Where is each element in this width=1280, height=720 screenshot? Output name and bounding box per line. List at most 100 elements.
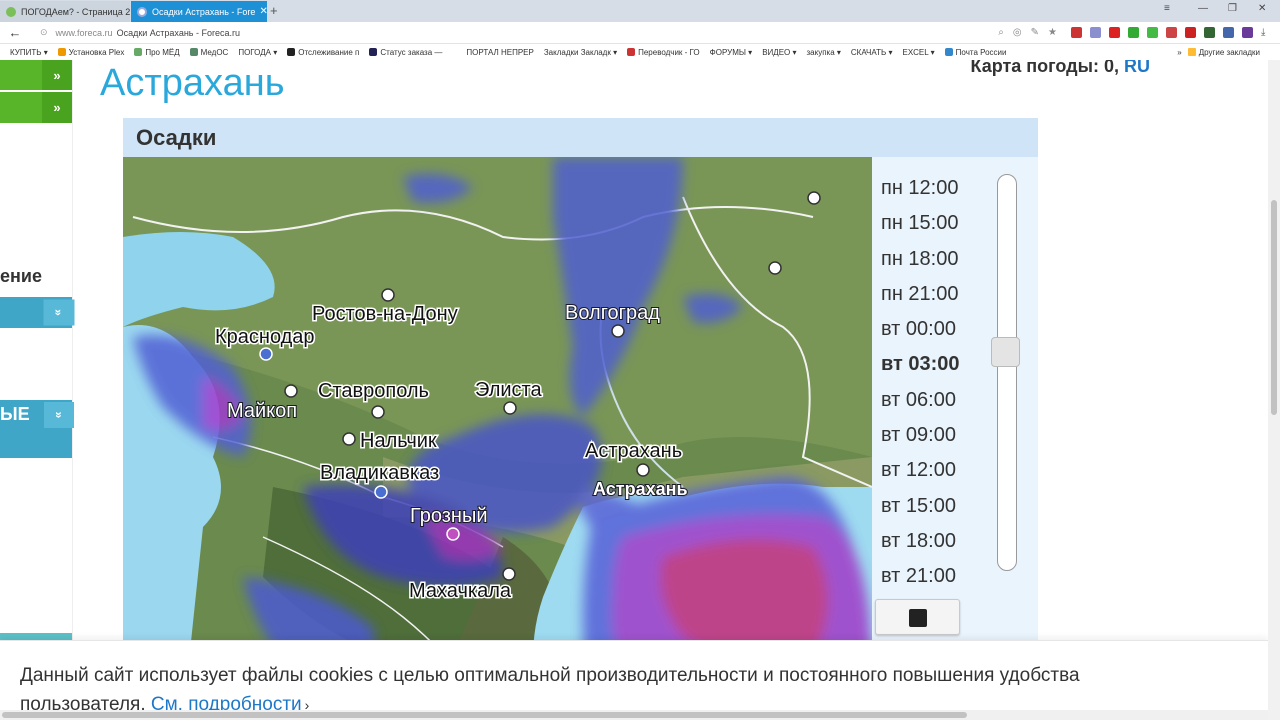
sidebar-dropdown[interactable]: ЫЕ »: [0, 400, 74, 458]
extension-icon[interactable]: [1242, 27, 1253, 38]
bookmark-icon: [287, 48, 296, 56]
time-option[interactable]: вт 00:00: [881, 318, 956, 341]
tab-title: ПОГОДАем? - Страница 2ё: [21, 6, 130, 17]
time-selector: пн 12:00 пн 15:00 пн 18:00 пн 21:00 вт 0…: [872, 157, 1038, 718]
bookmark-label: СКАЧАТЬ ▾: [850, 47, 893, 57]
bookmark-item[interactable]: ФОРУМЫ ▾: [710, 48, 753, 57]
map-label-makhachkala: Махачкала: [409, 580, 512, 602]
time-option[interactable]: пн 21:00: [881, 283, 958, 306]
url-page-title: Осадки Астрахань - Foreca.ru: [116, 27, 241, 38]
time-option[interactable]: пн 12:00: [881, 177, 958, 200]
time-option-active[interactable]: вт 03:00: [881, 353, 960, 376]
bookmark-item[interactable]: Закладки Закладк ▾: [544, 48, 617, 57]
site-info-icon[interactable]: ⊙: [40, 27, 48, 38]
bookmark-item[interactable]: ВИДЕО ▾: [762, 48, 796, 57]
star-icon[interactable]: ★: [1048, 27, 1057, 38]
bookmark-label: ФОРУМЫ ▾: [709, 47, 753, 57]
bookmark-item[interactable]: ПОРТАЛ НЕПРЕР: [466, 48, 533, 57]
widget-title: Осадки: [123, 118, 1038, 157]
chevron-down-icon: »: [42, 92, 72, 123]
cookie-banner: Данный сайт использует файлы cookies с ц…: [0, 640, 1268, 720]
bookmark-label: Статус заказа —: [380, 47, 443, 57]
time-option[interactable]: вт 09:00: [881, 424, 956, 447]
address-bar: ← ⊙ www.foreca.ru Осадки Астрахань - For…: [0, 22, 1280, 44]
close-window-icon[interactable]: ✕: [1258, 3, 1266, 14]
bookmark-item[interactable]: Про МЁД: [134, 48, 180, 57]
stop-icon: [909, 609, 927, 627]
vertical-scrollbar[interactable]: [1268, 60, 1280, 720]
stop-animation-button[interactable]: [875, 599, 960, 635]
sidebar-menu-item[interactable]: »: [0, 60, 72, 90]
edit-icon[interactable]: ✎: [1031, 27, 1039, 38]
tab-pogodaem[interactable]: ПОГОДАем? - Страница 2ё ✕: [0, 1, 130, 22]
extension-icon[interactable]: [1185, 27, 1196, 38]
tab-title: Осадки Астрахань - Fore: [152, 6, 256, 17]
extension-icon[interactable]: [1223, 27, 1234, 38]
tab-close-icon[interactable]: ✕: [255, 6, 267, 17]
restore-icon[interactable]: ❐: [1228, 3, 1237, 14]
time-option[interactable]: вт 12:00: [881, 459, 956, 482]
map-label-grozny: Грозный: [410, 505, 488, 527]
extension-icon[interactable]: [1109, 27, 1120, 38]
extension-icon[interactable]: [1090, 27, 1101, 38]
map-svg: Краснодар Ростов-на-Дону Волгоград Ставр…: [123, 157, 872, 718]
chevron-down-icon: »: [43, 299, 75, 326]
bookmark-item[interactable]: Почта России: [944, 48, 1006, 57]
language-link[interactable]: RU: [1124, 60, 1150, 76]
weather-map-counter: Карта погоды: 0, RU: [970, 60, 1150, 77]
bookmark-item[interactable]: Отслеживание п: [287, 48, 359, 57]
search-icon[interactable]: ⌕: [998, 27, 1004, 38]
new-tab-icon[interactable]: +: [270, 3, 278, 18]
map-label-nalchik: Нальчик: [360, 430, 437, 452]
precipitation-map[interactable]: Краснодар Ростов-на-Дону Волгоград Ставр…: [123, 157, 872, 718]
bookmark-item[interactable]: ПОГОДА ▾: [238, 48, 277, 57]
weather-map-label: Карта погоды: 0,: [970, 60, 1119, 76]
horizontal-scrollbar[interactable]: [0, 710, 1268, 720]
bookmark-item[interactable]: EXCEL ▾: [902, 48, 934, 57]
bookmark-item[interactable]: СКАЧАТЬ ▾: [851, 48, 893, 57]
bookmark-item[interactable]: МедОС: [189, 48, 228, 57]
download-icon[interactable]: ⤓: [1261, 27, 1272, 38]
bookmark-label: ПОГОДА ▾: [238, 47, 278, 57]
bookmark-label: Отслеживание п: [298, 47, 360, 57]
other-bookmarks[interactable]: » Другие закладки: [1177, 44, 1260, 60]
lens-icon[interactable]: ◎: [1013, 27, 1022, 38]
time-option[interactable]: вт 21:00: [881, 565, 956, 588]
extension-icon[interactable]: [1147, 27, 1158, 38]
scrollbar-thumb[interactable]: [2, 712, 967, 718]
time-slider-handle[interactable]: [991, 337, 1020, 367]
scrollbar-thumb[interactable]: [1271, 200, 1277, 415]
page-title: Астрахань: [100, 62, 285, 104]
minimize-icon[interactable]: —: [1198, 3, 1208, 14]
bookmark-label: КУПИТЬ ▾: [10, 47, 48, 57]
chevron-right-icon: »: [42, 60, 72, 90]
extension-icon[interactable]: [1166, 27, 1177, 38]
bookmark-item[interactable]: Установка Plex: [57, 48, 124, 57]
sidebar-dropdown[interactable]: »: [0, 297, 75, 328]
bookmark-item[interactable]: Статус заказа —: [369, 48, 442, 57]
tab-bar: ПОГОДАем? - Страница 2ё ✕ Осадки Астраха…: [0, 0, 1280, 22]
sidebar-menu-item[interactable]: »: [0, 92, 72, 123]
map-label-maikop: Майкоп: [227, 400, 297, 422]
time-option[interactable]: пн 15:00: [881, 212, 958, 235]
bookmark-item[interactable]: КУПИТЬ ▾: [10, 48, 48, 57]
time-option[interactable]: вт 18:00: [881, 530, 956, 553]
time-option[interactable]: вт 06:00: [881, 389, 956, 412]
menu-icon[interactable]: ≡: [1164, 3, 1170, 14]
tab-foreca[interactable]: Осадки Астрахань - Fore ✕: [131, 1, 267, 22]
bookmark-item[interactable]: Переводчик - ГО: [627, 48, 700, 57]
extension-icon[interactable]: [1128, 27, 1139, 38]
extension-icon[interactable]: [1204, 27, 1215, 38]
page-content: » » ение » ЫЕ » Астрахань Карта погоды: …: [0, 60, 1268, 720]
bookmark-icon: [189, 48, 198, 56]
bookmark-item[interactable]: закупка ▾: [807, 48, 841, 57]
time-option[interactable]: вт 15:00: [881, 495, 956, 518]
extension-icon[interactable]: [1071, 27, 1082, 38]
url-field[interactable]: ⊙ www.foreca.ru Осадки Астрахань - Forec…: [30, 24, 998, 42]
time-option[interactable]: пн 18:00: [881, 248, 958, 271]
map-label-stavropol: Ставрополь: [318, 380, 429, 402]
map-label-astrakhan: Астрахань: [585, 440, 682, 462]
map-label-krasnodar: Краснодар: [215, 326, 315, 348]
back-arrow-icon[interactable]: ←: [0, 25, 30, 40]
time-slider-track[interactable]: [997, 174, 1017, 571]
